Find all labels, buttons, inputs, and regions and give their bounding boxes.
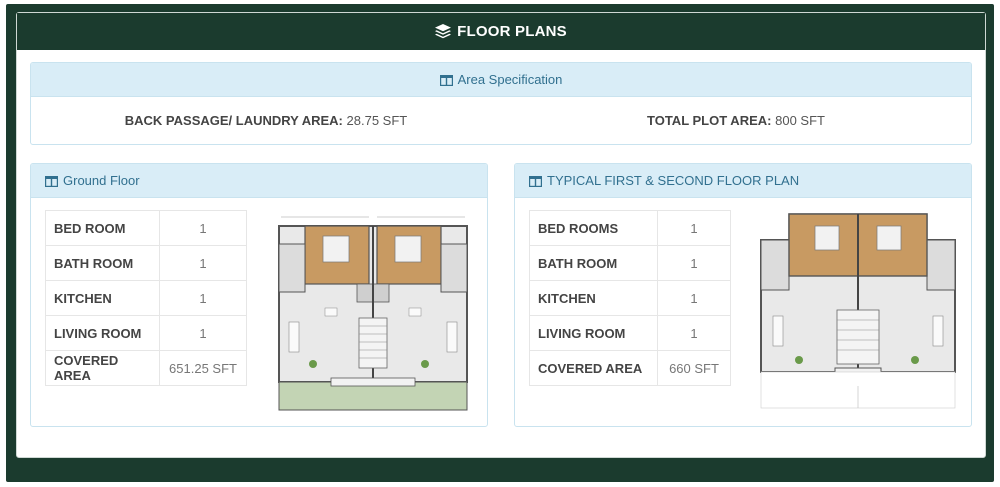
spec-value: 800 SFT (775, 113, 825, 128)
spec-label: TOTAL PLOT AREA: (647, 113, 772, 128)
table-row: BATH ROOM 1 (45, 245, 247, 281)
row-value: 1 (657, 280, 731, 316)
table-row: COVERED AREA 651.25 SFT (45, 350, 247, 386)
area-spec-title: Area Specification (457, 72, 563, 87)
row-value: 660 SFT (657, 350, 731, 386)
ground-floor-header: Ground Floor (31, 164, 487, 198)
spec-label: BACK PASSAGE/ LAUNDRY AREA: (124, 113, 343, 128)
typical-floor-plan-image[interactable] (759, 212, 957, 410)
row-label: KITCHEN (45, 280, 160, 316)
table-row: LIVING ROOM 1 (45, 315, 247, 351)
typical-floor-card: TYPICAL FIRST & SECOND FLOOR PLAN BED RO… (514, 163, 972, 427)
row-label: BED ROOM (45, 210, 160, 246)
row-label: KITCHEN (529, 280, 658, 316)
typical-floor-header: TYPICAL FIRST & SECOND FLOOR PLAN (515, 164, 971, 198)
row-value: 651.25 SFT (159, 350, 247, 386)
typical-floor-title: TYPICAL FIRST & SECOND FLOOR PLAN (547, 173, 800, 188)
ground-floor-plan-image[interactable] (273, 214, 473, 412)
table-row: BATH ROOM 1 (529, 245, 731, 281)
panel-header: FLOOR PLANS (17, 13, 985, 50)
columns-icon (439, 74, 453, 87)
row-label: BATH ROOM (529, 245, 658, 281)
row-label: LIVING ROOM (529, 315, 658, 351)
row-label: LIVING ROOM (45, 315, 160, 351)
spec-value: 28.75 SFT (346, 113, 408, 128)
row-value: 1 (159, 280, 247, 316)
row-value: 1 (159, 315, 247, 351)
table-row: KITCHEN 1 (529, 280, 731, 316)
row-value: 1 (159, 210, 247, 246)
table-row: COVERED AREA 660 SFT (529, 350, 731, 386)
area-spec-row: BACK PASSAGE/ LAUNDRY AREA: 28.75 SFT TO… (31, 97, 971, 144)
row-label: COVERED AREA (529, 350, 658, 386)
row-value: 1 (657, 315, 731, 351)
row-label: BATH ROOM (45, 245, 160, 281)
floor-plans-panel: FLOOR PLANS Area Specification BACK PASS… (16, 12, 986, 458)
table-row: BED ROOM 1 (45, 210, 247, 246)
row-label: COVERED AREA (45, 350, 160, 386)
layers-icon (435, 24, 452, 39)
area-spec-header: Area Specification (31, 63, 971, 97)
row-value: 1 (657, 245, 731, 281)
row-label: BED ROOMS (529, 210, 658, 246)
columns-icon (528, 175, 543, 188)
table-row: LIVING ROOM 1 (529, 315, 731, 351)
table-row: BED ROOMS 1 (529, 210, 731, 246)
row-value: 1 (657, 210, 731, 246)
spec-back-passage: BACK PASSAGE/ LAUNDRY AREA: 28.75 SFT (31, 113, 501, 128)
columns-icon (44, 175, 59, 188)
ground-floor-title: Ground Floor (63, 173, 140, 188)
section-frame: FLOOR PLANS Area Specification BACK PASS… (6, 4, 994, 482)
panel-title: FLOOR PLANS (457, 23, 567, 40)
ground-floor-table: BED ROOM 1 BATH ROOM 1 KITCHEN 1 LIVING ROO… (45, 210, 247, 386)
ground-floor-card: Ground Floor BED ROOM 1 BATH ROOM 1 KITCHE… (30, 163, 488, 427)
spec-total-plot: TOTAL PLOT AREA: 800 SFT (501, 113, 971, 128)
typical-floor-table: BED ROOMS 1 BATH ROOM 1 KITCHEN 1 LIVING RO… (529, 210, 731, 386)
table-row: KITCHEN 1 (45, 280, 247, 316)
area-spec-card: Area Specification BACK PASSAGE/ LAUNDRY… (30, 62, 972, 145)
row-value: 1 (159, 245, 247, 281)
